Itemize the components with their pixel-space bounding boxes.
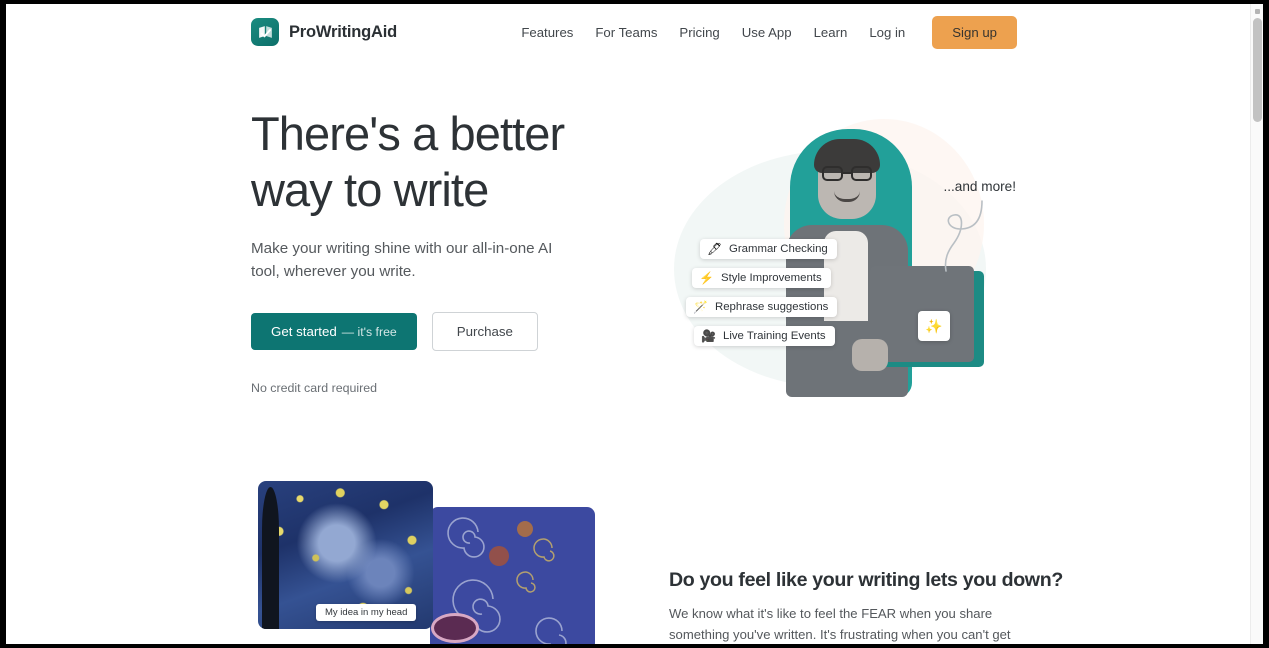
feature-chip-label: Live Training Events — [723, 330, 826, 342]
hero-copy: There's a better way to write Make your … — [251, 106, 641, 395]
cypress-tree-silhouette — [262, 487, 279, 629]
image-caption-label: My idea in my head — [316, 604, 417, 621]
page-viewport: ProWritingAid Features For Teams Pricing… — [6, 4, 1263, 644]
video-camera-icon: 🎥 — [701, 329, 716, 343]
hero-cta-row: Get started — it's free Purchase — [251, 311, 641, 351]
brand-logo[interactable]: ProWritingAid — [251, 18, 397, 46]
get-started-free-label: — it's free — [341, 324, 397, 339]
purple-blob-shape — [431, 613, 479, 643]
feature-chip-rephrase-suggestions[interactable]: 🪄 Rephrase suggestions — [686, 297, 838, 317]
section-copy: Do you feel like your writing lets you d… — [669, 569, 1063, 644]
starry-night-image: My idea in my head — [258, 481, 433, 629]
feature-chip-label: Grammar Checking — [729, 243, 828, 255]
nav-item-pricing[interactable]: Pricing — [668, 17, 730, 48]
sign-up-button[interactable]: Sign up — [932, 16, 1017, 49]
feature-chip-grammar-checking[interactable]: 🖋 Grammar Checking — [700, 239, 837, 259]
nav-item-use-app[interactable]: Use App — [731, 17, 803, 48]
scroll-up-button[interactable] — [1251, 4, 1263, 17]
get-started-label: Get started — [271, 323, 337, 339]
nav-item-log-in[interactable]: Log in — [858, 17, 916, 48]
hero-subheading: Make your writing shine with our all-in-… — [251, 239, 553, 281]
feature-chip-label: Style Improvements — [721, 272, 822, 284]
browser-frame: ProWritingAid Features For Teams Pricing… — [0, 0, 1269, 648]
glasses-icon — [822, 166, 872, 181]
feature-chip-live-training-events[interactable]: 🎥 Live Training Events — [694, 326, 835, 346]
feature-chip-list: 🖋 Grammar Checking ⚡ Style Improvements … — [686, 239, 886, 355]
writing-lets-you-down-section: My idea in my head Do you feel like your… — [6, 481, 1250, 644]
section-body-text: We know what it's like to feel the FEAR … — [669, 606, 1011, 643]
book-check-icon — [251, 18, 279, 46]
scrollbar-thumb[interactable] — [1253, 18, 1262, 122]
curly-arrow-icon — [944, 200, 983, 272]
hero-section: There's a better way to write Make your … — [6, 61, 1250, 481]
lightning-icon: ⚡ — [699, 271, 714, 285]
feature-chip-style-improvements[interactable]: ⚡ Style Improvements — [692, 268, 831, 288]
purchase-button[interactable]: Purchase — [431, 311, 538, 351]
get-started-button[interactable]: Get started — it's free — [251, 312, 417, 350]
brand-name: ProWritingAid — [289, 22, 398, 41]
feature-chip-label: Rephrase suggestions — [715, 301, 829, 313]
site-header: ProWritingAid Features For Teams Pricing… — [6, 4, 1250, 61]
page-title: There's a better way to write — [251, 107, 565, 216]
no-credit-card-note: No credit card required — [251, 380, 378, 395]
page-content: ProWritingAid Features For Teams Pricing… — [6, 4, 1250, 644]
magic-wand-icon: 🪄 — [693, 300, 708, 314]
nav-item-features[interactable]: Features — [510, 17, 584, 48]
section-heading: Do you feel like your writing lets you d… — [669, 569, 1063, 591]
and-more-label: ...and more! — [943, 179, 1016, 194]
nav-item-learn[interactable]: Learn — [803, 17, 859, 48]
sparkles-icon: ✨ — [918, 311, 950, 341]
pen-icon: 🖋 — [707, 242, 723, 256]
main-navigation: Features For Teams Pricing Use App Learn… — [510, 16, 1017, 49]
vertical-scrollbar[interactable] — [1250, 4, 1263, 644]
hero-illustration: 🖋 Grammar Checking ⚡ Style Improvements … — [666, 111, 1016, 441]
nav-item-for-teams[interactable]: For Teams — [584, 17, 668, 48]
